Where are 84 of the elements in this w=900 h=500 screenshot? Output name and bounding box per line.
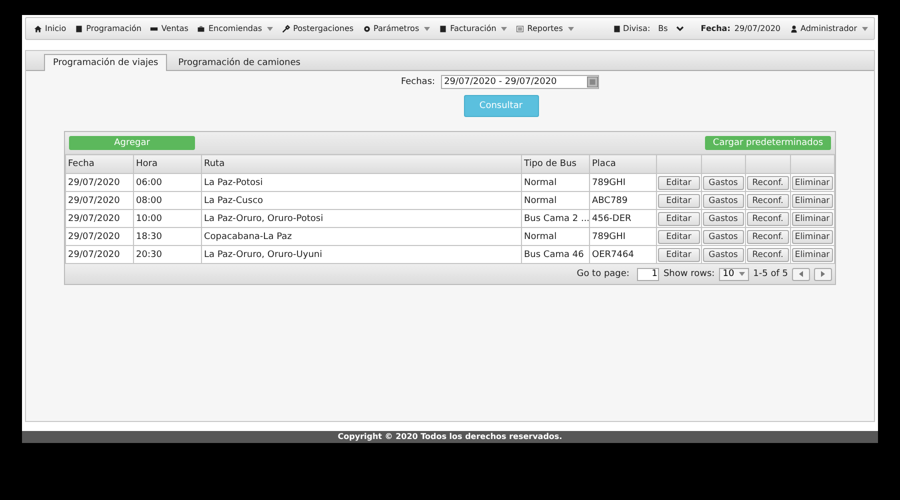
date-label: Fecha: bbox=[700, 24, 730, 33]
column-header: Placa bbox=[590, 154, 656, 174]
table-cell: La Paz-Potosi bbox=[202, 174, 522, 192]
expenses-button[interactable]: Gastos bbox=[702, 194, 744, 208]
table-cell: 456-DER bbox=[590, 210, 656, 228]
reconfirm-button[interactable]: Reconf. bbox=[747, 212, 788, 226]
table-cell: 29/07/2020 bbox=[66, 228, 134, 246]
rows-label: Show rows: bbox=[663, 269, 715, 279]
right-arrow-icon bbox=[821, 271, 825, 277]
nav-item[interactable]: Parámetros bbox=[362, 24, 430, 33]
copyright-text: Copyright © 2020 Todos los derechos reservados. bbox=[338, 432, 562, 441]
caret-icon bbox=[568, 26, 574, 30]
delete-button[interactable]: Eliminar bbox=[792, 248, 833, 262]
table-cell: 29/07/2020 bbox=[66, 192, 134, 210]
left-arrow-icon bbox=[799, 271, 803, 277]
reconfirm-button[interactable]: Reconf. bbox=[747, 230, 788, 244]
date-value: 29/07/2020 bbox=[734, 24, 781, 33]
table-cell: Normal bbox=[522, 228, 590, 246]
delete-button[interactable]: Eliminar bbox=[792, 212, 833, 226]
wrench-icon bbox=[282, 24, 290, 32]
caret-icon bbox=[739, 272, 746, 276]
expenses-button[interactable]: Gastos bbox=[702, 248, 744, 262]
delete-button[interactable]: Eliminar bbox=[792, 176, 833, 190]
nav-item[interactable]: Encomiendas bbox=[197, 24, 274, 33]
expenses-button[interactable]: Gastos bbox=[702, 212, 744, 226]
caret-icon bbox=[501, 26, 508, 30]
column-header: Fecha bbox=[66, 154, 134, 174]
table-cell: 08:00 bbox=[134, 192, 202, 210]
table-cell: 789GHI bbox=[590, 228, 656, 246]
caret-icon bbox=[267, 26, 274, 30]
expenses-button[interactable]: Gastos bbox=[702, 230, 744, 244]
table-cell: Copacabana-La Paz bbox=[202, 228, 522, 246]
reconfirm-button[interactable]: Reconf. bbox=[747, 176, 788, 190]
table-cell: 18:30 bbox=[134, 228, 202, 246]
nav-item[interactable]: Reportes bbox=[516, 24, 574, 33]
dates-label: Fechas: bbox=[400, 77, 436, 87]
column-header: Hora bbox=[134, 154, 202, 174]
table-cell: ABC789 bbox=[590, 192, 656, 210]
user-icon bbox=[790, 24, 798, 32]
reconfirm-button[interactable]: Reconf. bbox=[747, 248, 788, 262]
briefcase-icon bbox=[197, 24, 206, 32]
table-cell: La Paz-Cusco bbox=[202, 192, 522, 210]
table-cell: 789GHI bbox=[590, 174, 656, 192]
nav-item[interactable]: Inicio bbox=[34, 24, 66, 33]
table-cell: 29/07/2020 bbox=[66, 174, 134, 192]
edit-button[interactable]: Editar bbox=[658, 248, 700, 262]
table-cell: La Paz-Oruro, Oruro-Potosi bbox=[202, 210, 522, 228]
table-cell: 29/07/2020 bbox=[66, 210, 134, 228]
delete-button[interactable]: Eliminar bbox=[792, 230, 833, 244]
nav-item[interactable]: Ventas bbox=[150, 24, 188, 33]
table-cell: Bus Cama 2 ... bbox=[522, 210, 590, 228]
range-text: 1-5 of 5 bbox=[753, 269, 788, 279]
user-menu[interactable]: Administrador bbox=[790, 24, 868, 33]
column-header: Ruta bbox=[202, 154, 522, 174]
home-icon bbox=[34, 24, 42, 32]
currency-label: Divisa: bbox=[623, 24, 650, 33]
tab[interactable]: Programación de viajes bbox=[44, 54, 168, 71]
nav-item[interactable]: Facturación bbox=[439, 24, 508, 33]
reconfirm-button[interactable]: Reconf. bbox=[747, 194, 788, 208]
previous-page-button[interactable] bbox=[792, 268, 810, 280]
page-input[interactable]: 1 bbox=[637, 268, 660, 280]
currency-select[interactable]: Bs bbox=[652, 24, 688, 33]
caret-icon bbox=[424, 26, 430, 30]
edit-button[interactable]: Editar bbox=[658, 194, 700, 208]
edit-button[interactable]: Editar bbox=[658, 230, 700, 244]
chevron-icon bbox=[676, 26, 684, 32]
list-icon bbox=[516, 24, 524, 32]
table-cell: Normal bbox=[522, 192, 590, 210]
column-header: Tipo de Bus bbox=[522, 154, 590, 174]
rows-select[interactable]: 10 bbox=[718, 268, 750, 280]
table-cell: 10:00 bbox=[134, 210, 202, 228]
goto-label: Go to page: bbox=[576, 269, 630, 279]
expenses-button[interactable]: Gastos bbox=[702, 176, 744, 190]
nav-item[interactable]: Programación bbox=[75, 24, 142, 33]
next-page-button[interactable] bbox=[814, 268, 832, 280]
delete-button[interactable]: Eliminar bbox=[792, 194, 833, 208]
edit-button[interactable]: Editar bbox=[658, 212, 700, 226]
table-cell: 06:00 bbox=[134, 174, 202, 192]
nav-item[interactable]: Postergaciones bbox=[282, 24, 354, 33]
date-range-field[interactable]: 29/07/2020 - 29/07/2020 bbox=[441, 75, 600, 89]
edit-button[interactable]: Editar bbox=[658, 176, 700, 190]
caret-icon bbox=[862, 26, 868, 30]
tab[interactable]: Programación de camiones bbox=[169, 54, 310, 71]
table-cell: Normal bbox=[522, 174, 590, 192]
